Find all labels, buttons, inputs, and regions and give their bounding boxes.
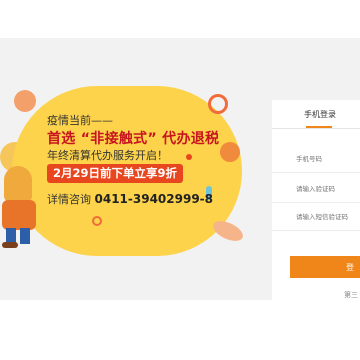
speech-bubble-tail bbox=[150, 228, 186, 254]
tab-phone-login[interactable]: 手机登录 bbox=[304, 109, 336, 120]
sms-field bbox=[272, 204, 360, 231]
decor-ring-small bbox=[92, 216, 102, 226]
decor-blob-orange bbox=[14, 90, 36, 112]
login-tabs: 手机登录 bbox=[272, 100, 360, 129]
decor-dot-red bbox=[186, 154, 192, 160]
banner-headline: 首选 “非接触式” 代办退税 bbox=[47, 131, 220, 147]
login-panel: 手机登录 登 第三 bbox=[272, 100, 360, 300]
phone-input[interactable] bbox=[272, 155, 360, 163]
login-button[interactable]: 登 bbox=[290, 256, 360, 278]
decor-dot-orange bbox=[220, 142, 240, 162]
captcha-input[interactable] bbox=[272, 185, 360, 193]
character-illustration bbox=[0, 166, 44, 248]
banner-headline-intro: 疫情当前—— bbox=[47, 114, 113, 127]
third-party-login-label[interactable]: 第三 bbox=[344, 290, 358, 300]
tab-active-indicator bbox=[306, 126, 332, 128]
banner-subheadline: 年终清算代办服务开启！ bbox=[47, 149, 168, 162]
promo-badge: 2月29日前下单立享9折 bbox=[47, 164, 183, 183]
captcha-field bbox=[272, 176, 360, 203]
decor-ring-top bbox=[208, 94, 228, 114]
contact-info: 详情咨询 0411-39402999-8 bbox=[47, 191, 213, 207]
sms-code-input[interactable] bbox=[272, 213, 360, 221]
leaf-icon bbox=[213, 221, 243, 241]
contact-phone: 0411-39402999-8 bbox=[94, 192, 214, 206]
phone-field bbox=[272, 146, 360, 173]
contact-label: 详情咨询 bbox=[47, 193, 91, 206]
promo-banner: 疫情当前—— 首选 “非接触式” 代办退税 年终清算代办服务开启！ 2月29日前… bbox=[0, 38, 360, 300]
